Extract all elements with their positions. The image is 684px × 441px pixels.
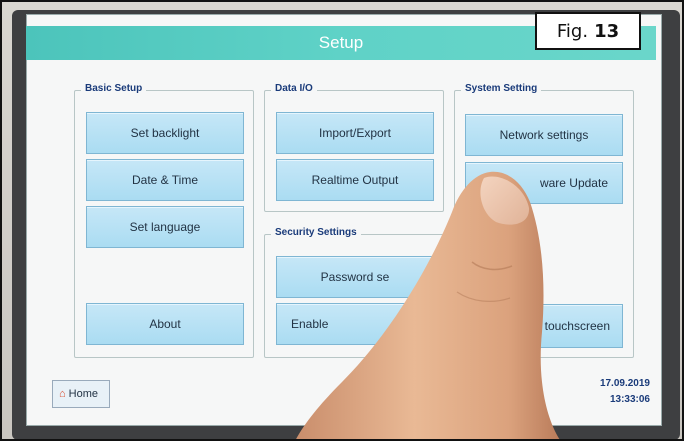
firmware-update-button[interactable]: ware Update xyxy=(465,162,623,204)
group-label-basic-setup: Basic Setup xyxy=(81,83,147,94)
about-button[interactable]: About xyxy=(86,303,244,345)
calibrate-touchscreen-button[interactable]: Calibrate touchscreen xyxy=(465,304,623,348)
group-label-data-io: Data I/O xyxy=(271,83,317,94)
enable-button[interactable]: Enable xyxy=(276,303,434,345)
date-text: 17.09.2019 xyxy=(599,378,650,389)
figure-number: 13 xyxy=(594,20,620,42)
password-settings-button[interactable]: Password se xyxy=(276,256,434,298)
datetime-display: 17.09.2019 13:33:06 xyxy=(600,376,650,408)
figure-prefix: Fig. xyxy=(556,20,589,42)
time-text: 13:33:06 xyxy=(609,394,650,405)
home-button[interactable]: ⌂ Home xyxy=(52,380,110,408)
set-backlight-button[interactable]: Set backlight xyxy=(86,112,244,154)
set-language-button[interactable]: Set language xyxy=(86,206,244,248)
realtime-output-button[interactable]: Realtime Output xyxy=(276,159,434,201)
figure-label: Fig. 13 xyxy=(535,12,641,50)
photo-frame: Setup Basic Setup Set backlight Date & T… xyxy=(0,0,684,441)
group-label-security-settings: Security Settings xyxy=(271,227,361,238)
network-settings-button[interactable]: Network settings xyxy=(465,114,623,156)
home-label: Home xyxy=(68,388,98,400)
group-label-system-setting: System Setting xyxy=(461,83,542,94)
home-icon: ⌂ xyxy=(59,388,66,400)
date-time-button[interactable]: Date & Time xyxy=(86,159,244,201)
import-export-button[interactable]: Import/Export xyxy=(276,112,434,154)
